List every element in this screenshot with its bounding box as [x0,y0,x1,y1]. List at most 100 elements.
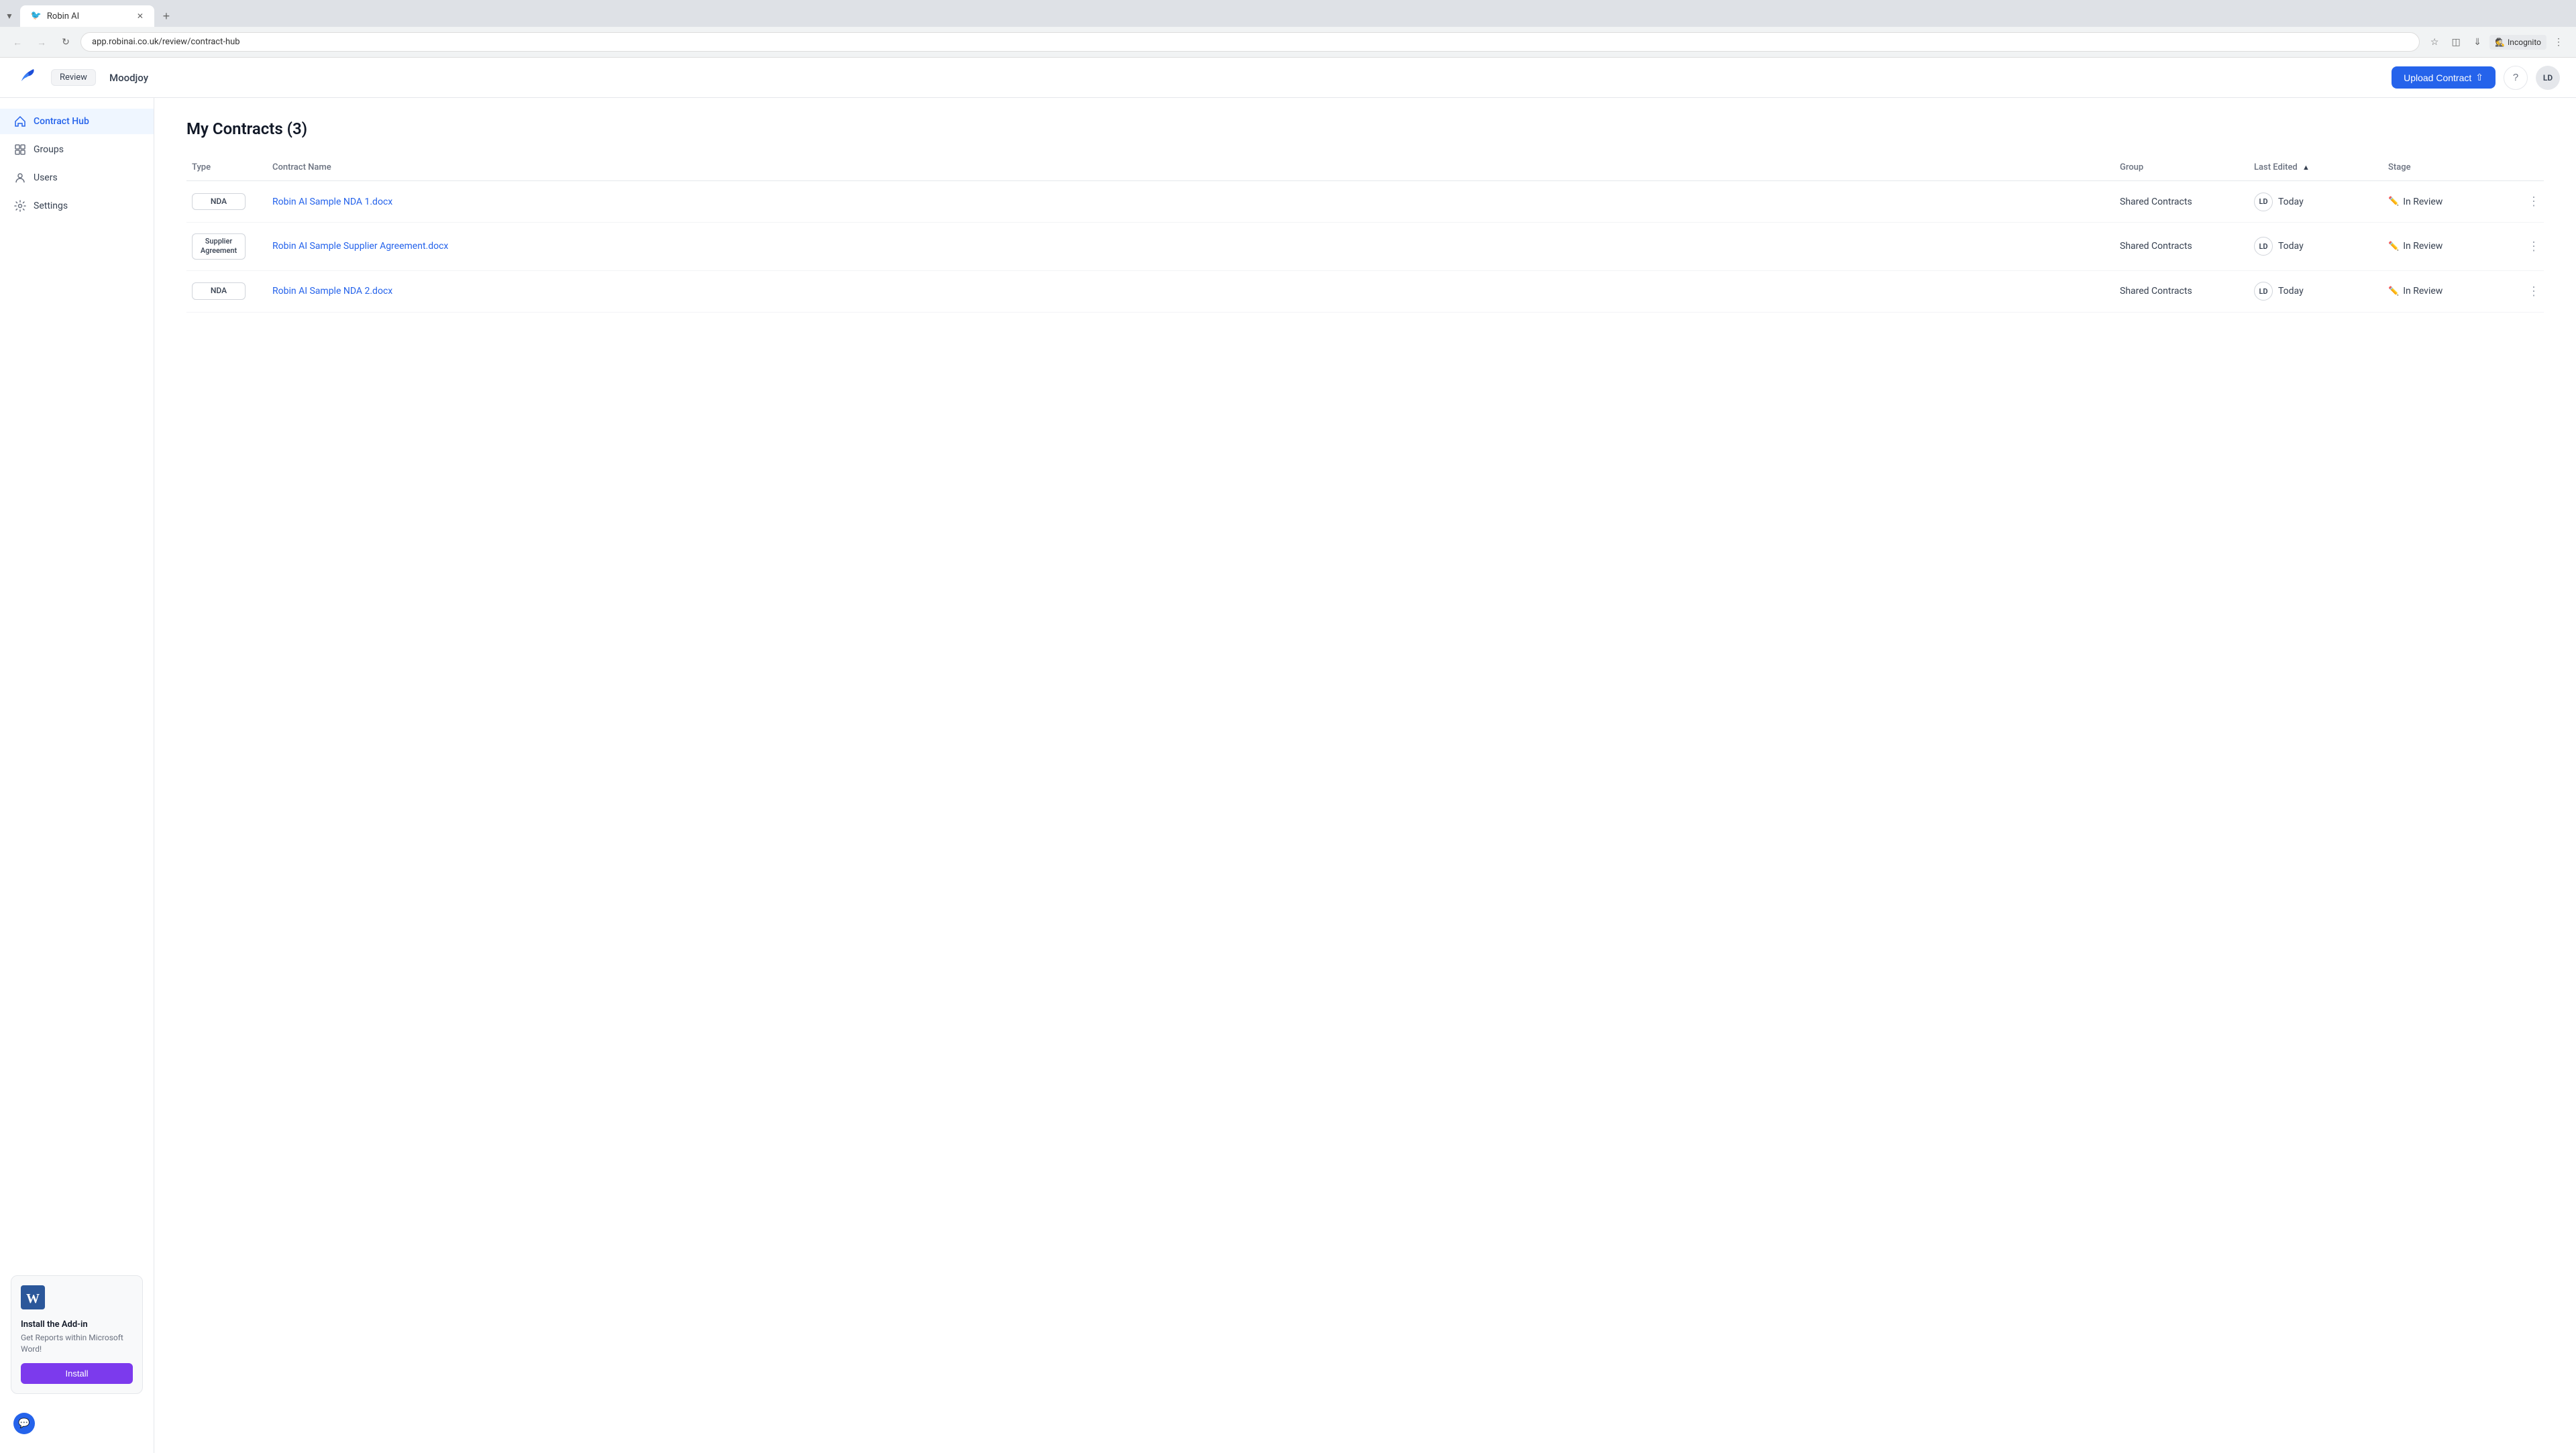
stage-text: In Review [2403,241,2443,252]
browser-toolbar: ← → ↻ app.robinai.co.uk/review/contract-… [0,27,2576,57]
app-header: Review Moodjoy Upload Contract ⇧ ? LD [0,58,2576,98]
row3-group: Shared Contracts [2114,283,2249,299]
row2-stage: ✏️ In Review [2383,238,2517,254]
edit-icon: ✏️ [2388,197,2399,207]
back-button[interactable]: ← [8,33,27,52]
sort-icon: ▲ [2302,163,2310,172]
install-label: Install [66,1368,89,1379]
row-menu-button[interactable]: ⋮ [2522,282,2545,301]
col-group-label: Group [2120,162,2143,172]
contract-link[interactable]: Robin AI Sample NDA 1.docx [272,197,392,207]
group-text: Shared Contracts [2120,241,2192,252]
row2-contract-name: Robin AI Sample Supplier Agreement.docx [267,238,2114,254]
type-badge: SupplierAgreement [192,233,246,260]
chat-icon: 💬 [18,1418,30,1429]
addin-title: Install the Add-in [21,1320,133,1330]
addin-description: Get Reports within Microsoft Word! [21,1332,133,1355]
sidebar-item-label-users: Users [34,172,58,183]
edit-icon: ✏️ [2388,286,2399,297]
new-tab-button[interactable]: + [156,5,177,27]
type-badge: NDA [192,193,246,211]
column-group: Group [2114,160,2249,175]
browser-chrome: ▼ 🐦 Robin AI ✕ + ← → ↻ app.robinai.co.uk… [0,0,2576,58]
upload-contract-button[interactable]: Upload Contract ⇧ [2392,66,2496,89]
contracts-table: Type Contract Name Group Last Edited ▲ S… [186,154,2544,313]
review-tab[interactable]: Review [51,69,96,86]
col-stage-label: Stage [2388,162,2411,172]
row2-last-edited: LD Today [2249,234,2383,258]
sidebar-item-label-contract-hub: Contract Hub [34,116,89,127]
help-button[interactable]: ? [2504,66,2528,90]
home-icon [13,115,27,127]
sidebar-bottom: W Install the Add-in Get Reports within … [0,1264,154,1442]
menu-button[interactable]: ⋮ [2549,33,2568,52]
edit-icon: ✏️ [2388,241,2399,252]
row-menu-button[interactable]: ⋮ [2522,192,2545,211]
app-body: Contract Hub Groups [0,98,2576,1453]
sidebar-item-settings[interactable]: Settings [0,193,154,219]
logo [16,65,38,91]
user-avatar-small: LD [2254,282,2273,301]
chat-bubble-button[interactable]: 💬 [13,1413,35,1434]
col-last-edited-label: Last Edited [2254,162,2298,172]
user-avatar-small: LD [2254,237,2273,256]
download-button[interactable]: ⇓ [2468,33,2487,52]
row-menu-button[interactable]: ⋮ [2522,237,2545,256]
reload-button[interactable]: ↻ [56,33,75,52]
user-avatar[interactable]: LD [2536,66,2560,90]
row1-contract-name: Robin AI Sample NDA 1.docx [267,194,2114,210]
addin-install-button[interactable]: Install [21,1363,133,1384]
contract-link[interactable]: Robin AI Sample NDA 2.docx [272,286,392,297]
toolbar-actions: ☆ ◫ ⇓ 🕵 Incognito ⋮ [2425,33,2568,52]
row1-stage: ✏️ In Review [2383,194,2517,210]
review-label: Review [60,72,87,83]
main-content: My Contracts (3) Type Contract Name Grou… [154,98,2576,1453]
stage-text: In Review [2403,197,2443,207]
addin-card: W Install the Add-in Get Reports within … [11,1275,143,1394]
bookmark-button[interactable]: ☆ [2425,33,2444,52]
tab-close-button[interactable]: ✕ [137,11,144,21]
settings-icon [13,200,27,212]
sidebar-item-users[interactable]: Users [0,165,154,191]
forward-button[interactable]: → [32,33,51,52]
url-text: app.robinai.co.uk/review/contract-hub [92,37,240,47]
column-last-edited[interactable]: Last Edited ▲ [2249,160,2383,175]
sidebar-item-label-groups: Groups [34,144,64,155]
word-icon: W [21,1285,133,1314]
browser-tab-active[interactable]: 🐦 Robin AI ✕ [20,5,154,27]
tab-list-chevron[interactable]: ▼ [5,11,13,21]
row1-actions: ⋮ [2517,189,2544,214]
tab-title: Robin AI [47,11,79,21]
row2-group: Shared Contracts [2114,238,2249,254]
row3-type: NDA [186,280,267,303]
sidebar: Contract Hub Groups [0,98,154,1453]
table-row: NDA Robin AI Sample NDA 2.docx Shared Co… [186,271,2544,313]
col-contract-name-label: Contract Name [272,162,331,172]
group-text: Shared Contracts [2120,197,2192,207]
incognito-icon: 🕵 [2495,38,2505,47]
user-initials: LD [2543,73,2553,83]
column-type: Type [186,160,267,175]
group-text: Shared Contracts [2120,286,2192,297]
type-badge: NDA [192,282,246,300]
address-bar[interactable]: app.robinai.co.uk/review/contract-hub [80,32,2420,52]
table-row: NDA Robin AI Sample NDA 1.docx Shared Co… [186,181,2544,223]
column-actions [2517,160,2544,175]
row1-type: NDA [186,191,267,213]
stage-text: In Review [2403,286,2443,297]
extensions-button[interactable]: ◫ [2447,33,2465,52]
sidebar-item-contract-hub[interactable]: Contract Hub [0,109,154,134]
contract-link[interactable]: Robin AI Sample Supplier Agreement.docx [272,241,448,252]
last-edited-text: Today [2278,286,2304,297]
row3-last-edited: LD Today [2249,279,2383,303]
table-row: SupplierAgreement Robin AI Sample Suppli… [186,223,2544,271]
row2-actions: ⋮ [2517,234,2544,259]
app: Review Moodjoy Upload Contract ⇧ ? LD [0,58,2576,1453]
sidebar-item-groups[interactable]: Groups [0,137,154,162]
row3-actions: ⋮ [2517,279,2544,304]
svg-text:W: W [26,1291,40,1306]
row1-group: Shared Contracts [2114,194,2249,210]
table-header: Type Contract Name Group Last Edited ▲ S… [186,154,2544,181]
browser-tabs: ▼ 🐦 Robin AI ✕ + [0,0,2576,27]
grid-icon [13,144,27,156]
